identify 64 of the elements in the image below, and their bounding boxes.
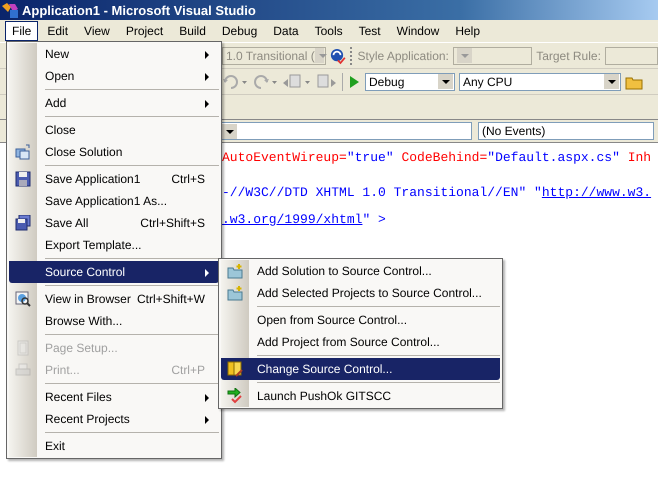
submenu-arrow-icon — [205, 394, 209, 402]
menu-item[interactable]: Export Template... — [9, 234, 219, 256]
submenu-arrow-icon — [205, 416, 209, 424]
globe-magnifier-icon — [15, 291, 31, 307]
menu-item[interactable]: Save Application1 As... — [9, 190, 219, 212]
code-line: AutoEventWireup="true" CodeBehind="Default.aspx.cs" Inh — [222, 150, 652, 167]
menu-item[interactable]: View — [77, 21, 117, 41]
menu-item[interactable]: Tools — [308, 21, 350, 41]
redo-icon[interactable] — [252, 72, 278, 90]
menu-item[interactable]: Recent Files — [9, 381, 219, 408]
menu-item[interactable]: Save All Ctrl+Shift+S — [9, 212, 219, 234]
code-line: -//W3C//DTD XHTML 1.0 Transitional//EN" "http://www.w3. — [222, 185, 652, 202]
undo-icon[interactable] — [222, 72, 248, 90]
configuration-combo[interactable]: Debug — [365, 72, 455, 90]
navigate-forward-icon[interactable] — [316, 72, 338, 90]
target-rule-label: Target Rule: — [536, 48, 601, 62]
menu-item[interactable]: Window — [390, 21, 446, 41]
book-pencil-icon — [227, 361, 243, 377]
refresh-check-icon[interactable] — [330, 46, 346, 64]
style-application-label: Style Application: — [357, 48, 449, 62]
folder-plus-icon — [227, 263, 243, 279]
menu-item[interactable]: Open from Source Control... — [221, 304, 500, 331]
member-combo[interactable]: (No Events) — [478, 122, 654, 140]
submenu-arrow-icon — [205, 51, 209, 59]
target-rule-combo[interactable] — [604, 46, 658, 64]
menu-item[interactable]: Recent Projects — [9, 408, 219, 430]
printer-icon — [15, 362, 31, 378]
menu-item[interactable]: Add Project from Source Control... — [221, 331, 500, 353]
arrow-check-icon — [227, 388, 243, 404]
floppy-disks-icon — [15, 215, 31, 231]
menu-item[interactable]: Open — [9, 65, 219, 87]
menu-item[interactable]: Help — [448, 21, 488, 41]
menu-item[interactable]: Source Control — [9, 256, 219, 283]
style-application-combo[interactable] — [452, 46, 532, 64]
navigate-back-icon[interactable] — [282, 72, 312, 90]
menu-item[interactable]: New — [9, 43, 219, 65]
menu-item[interactable]: Edit — [40, 21, 76, 41]
menu-item[interactable]: Debug — [214, 21, 264, 41]
folder-plus-icon — [227, 285, 243, 301]
menu-item[interactable]: Add Selected Projects to Source Control... — [221, 282, 500, 304]
menu-item[interactable]: Build — [172, 21, 213, 41]
menu-item[interactable]: Exit — [9, 430, 219, 457]
page-icon — [15, 340, 31, 356]
platform-combo[interactable]: Any CPU — [459, 72, 621, 90]
windows-icon — [15, 144, 31, 160]
submenu-arrow-icon — [205, 73, 209, 81]
menu-item[interactable]: Browse With... — [9, 310, 219, 332]
submenu-arrow-icon — [205, 100, 209, 108]
submenu-arrow-icon — [205, 269, 209, 277]
menu-item[interactable]: Launch PushOk GITSCC — [221, 380, 500, 407]
menu-item[interactable]: Change Source Control... — [221, 353, 500, 380]
code-line: .w3.org/1999/xhtml" > — [222, 212, 387, 229]
window-title: Application1 - Microsoft Visual Studio — [22, 2, 256, 18]
menu-item[interactable]: Project — [118, 21, 170, 41]
menu-item[interactable]: File — [5, 21, 38, 41]
menu-item[interactable]: Close Solution — [9, 141, 219, 163]
menu-item[interactable]: Add Solution to Source Control... — [221, 260, 500, 282]
menu-item[interactable]: Save Application1 Ctrl+S — [9, 163, 219, 190]
app-icon — [1, 2, 19, 18]
menu-item[interactable]: View in Browser Ctrl+Shift+W — [9, 283, 219, 310]
menu-item[interactable]: Add — [9, 87, 219, 114]
menu-item[interactable]: Test — [352, 21, 388, 41]
menu-item[interactable]: Close — [9, 114, 219, 141]
menu-item[interactable]: Data — [266, 21, 306, 41]
